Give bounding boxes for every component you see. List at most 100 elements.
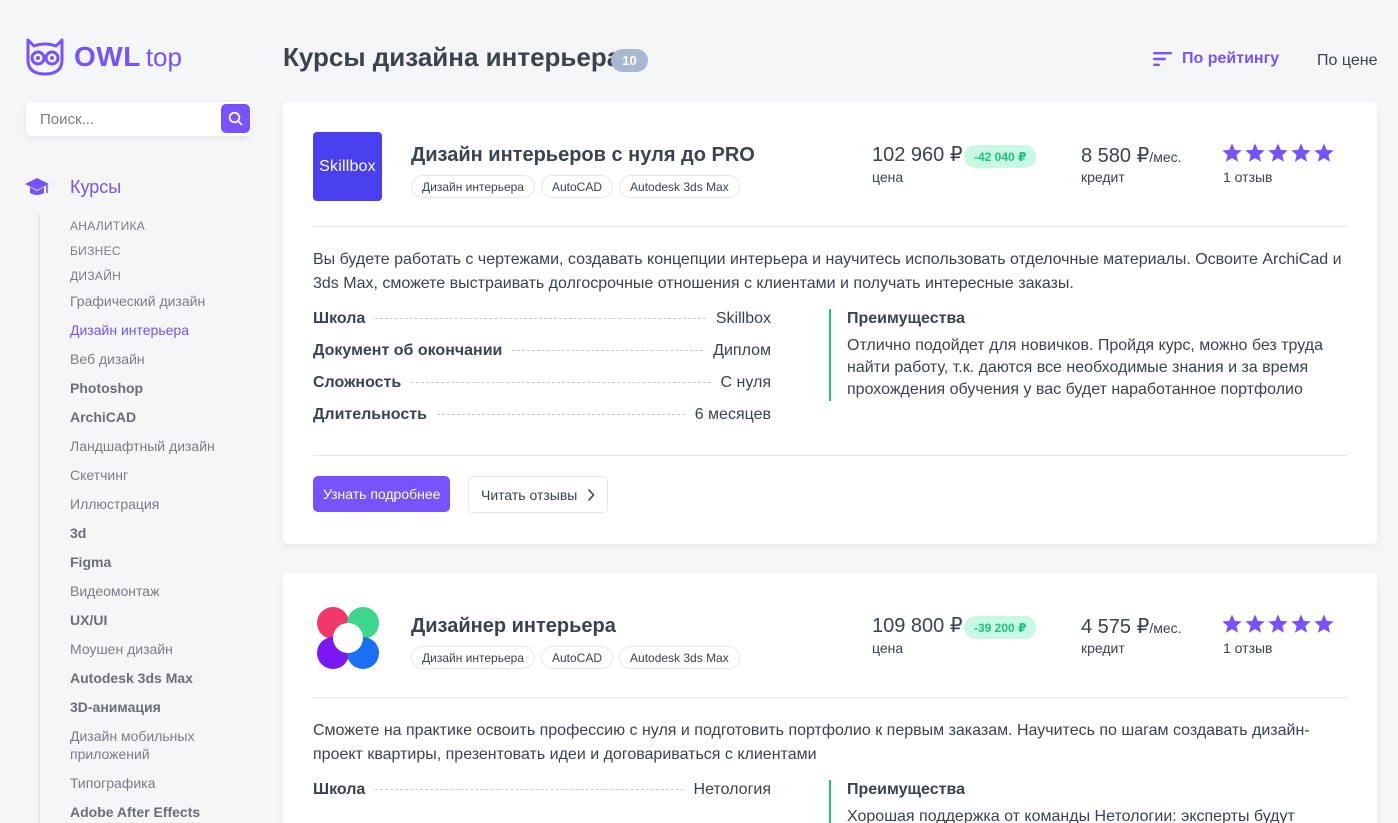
sidebar-menu-item[interactable]: ДИЗАЙН	[70, 265, 260, 290]
feature-row: Документ об окончании Диплом	[313, 342, 771, 374]
star-icon[interactable]	[1313, 142, 1335, 164]
sidebar-menu-item[interactable]: Figma	[70, 551, 260, 580]
advantages-block: Преимущества Отлично подойдет для новичк…	[829, 309, 1329, 401]
sidebar-menu-item[interactable]: Типографика	[70, 772, 260, 801]
sidebar-menu-item[interactable]: БИЗНЕС	[70, 240, 260, 265]
advantages-title: Преимущества	[847, 310, 965, 327]
price-label: цена	[872, 169, 904, 185]
star-icon[interactable]	[1290, 142, 1312, 164]
star-icon[interactable]	[1221, 142, 1243, 164]
feature-row: Школа Skillbox	[313, 310, 771, 342]
chevron-right-icon	[588, 488, 595, 501]
sidebar-menu-item[interactable]: ArchiCAD	[70, 406, 260, 435]
graduation-cap-icon	[25, 178, 49, 195]
sort-by-rating[interactable]: По рейтингу	[1153, 50, 1279, 68]
star-icon[interactable]	[1267, 613, 1289, 635]
dotted-leader	[411, 382, 711, 383]
credit-value: 4 575 ₽	[1081, 616, 1150, 638]
course-description: Вы будете работать с чертежами, создават…	[313, 251, 1342, 292]
school-logo[interactable]	[313, 603, 382, 672]
reviews-count: 1 отзыв	[1223, 169, 1273, 185]
sidebar-menu-item[interactable]: Веб дизайн	[70, 348, 260, 377]
sidebar-menu-item[interactable]: Ландшафтный дизайн	[70, 435, 260, 464]
sidebar-menu-item[interactable]: 3D-анимация	[70, 696, 260, 725]
credit-price: 8 580 ₽/мес.	[1081, 143, 1182, 168]
read-reviews-button[interactable]: Читать отзывы	[468, 476, 609, 513]
logo-text-top: top	[145, 41, 182, 72]
star-icon[interactable]	[1244, 613, 1266, 635]
netology-logo-icon	[317, 607, 379, 669]
credit-period: /мес.	[1149, 149, 1182, 165]
search-input[interactable]	[26, 102, 206, 136]
sidebar-menu-item[interactable]: Photoshop	[70, 377, 260, 406]
discount-badge: -42 040 ₽	[964, 145, 1037, 168]
sidebar-menu-item[interactable]: Adobe After Effects	[70, 801, 260, 823]
feature-name: Школа	[313, 781, 366, 798]
read-reviews-label: Читать отзывы	[481, 486, 578, 503]
feature-name: Школа	[313, 310, 366, 327]
logo[interactable]: OWL top	[24, 38, 182, 76]
sidebar-menu-item[interactable]: Моушен дизайн	[70, 638, 260, 667]
search-icon	[228, 111, 243, 126]
sidebar-menu-item[interactable]: 3d	[70, 522, 260, 551]
feature-value: Нетология	[693, 781, 771, 798]
reviews-count: 1 отзыв	[1223, 640, 1273, 656]
sidebar-menu-item[interactable]: АНАЛИТИКА	[70, 215, 260, 240]
learn-more-button[interactable]: Узнать подробнее	[313, 476, 451, 512]
tag[interactable]: AutoCAD	[540, 646, 614, 669]
course-card: Skillbox Дизайн интерьеров с нуля до PRO…	[283, 102, 1377, 544]
tag[interactable]: AutoCAD	[540, 175, 614, 198]
feature-value: Диплом	[713, 342, 771, 359]
divider	[313, 455, 1347, 456]
menu-divider-line	[38, 215, 40, 823]
owl-icon	[26, 38, 64, 76]
sidebar-menu-item[interactable]: Иллюстрация	[70, 493, 260, 522]
menu-courses[interactable]: Курсы	[24, 176, 121, 198]
sidebar-menu-item[interactable]: Видеомонтаж	[70, 580, 260, 609]
sidebar-menu-item[interactable]: Autodesk 3ds Max	[70, 667, 260, 696]
divider	[313, 226, 1347, 227]
star-icon[interactable]	[1290, 613, 1312, 635]
course-features: Школа Нетология	[313, 781, 771, 813]
course-title[interactable]: Дизайн интерьеров с нуля до PRO	[411, 144, 755, 167]
star-icon[interactable]	[1221, 613, 1243, 635]
sort-icon	[1153, 52, 1172, 66]
tag[interactable]: Autodesk 3ds Max	[619, 175, 740, 198]
rating-stars[interactable]	[1221, 613, 1336, 635]
sort-by-price[interactable]: По цене	[1317, 52, 1377, 70]
tag[interactable]: Дизайн интерьера	[411, 646, 535, 669]
tag[interactable]: Autodesk 3ds Max	[619, 646, 740, 669]
credit-value: 8 580 ₽	[1081, 145, 1150, 167]
course-tags: Дизайн интерьера AutoCAD Autodesk 3ds Ma…	[411, 646, 746, 669]
count-badge: 10	[611, 49, 648, 72]
sidebar-menu-item[interactable]: Дизайн интерьера	[70, 319, 260, 348]
sidebar-menu-item[interactable]: Скетчинг	[70, 464, 260, 493]
school-logo[interactable]: Skillbox	[313, 132, 382, 201]
advantages-block: Преимущества Хорошая поддержка от команд…	[829, 780, 1329, 823]
advantages-text: Хорошая поддержка от команды Нетологии: …	[847, 808, 1295, 823]
tag[interactable]: Дизайн интерьера	[411, 175, 535, 198]
feature-name: Длительность	[313, 406, 427, 423]
dotted-leader	[375, 789, 684, 790]
sidebar-menu-item[interactable]: Графический дизайн	[70, 290, 260, 319]
logo-text-owl: OWL	[74, 41, 141, 72]
credit-label: кредит	[1081, 640, 1125, 656]
sidebar-menu-item[interactable]: UX/UI	[70, 609, 260, 638]
sort-by-rating-label: По рейтингу	[1182, 50, 1280, 67]
feature-name: Документ об окончании	[313, 342, 503, 359]
course-tags: Дизайн интерьера AutoCAD Autodesk 3ds Ma…	[411, 175, 746, 198]
sidebar-menu-item[interactable]: Дизайн мобильных приложений	[70, 725, 260, 772]
credit-label: кредит	[1081, 169, 1125, 185]
search-button[interactable]	[221, 104, 250, 133]
feature-row: Школа Нетология	[313, 781, 771, 813]
star-icon[interactable]	[1244, 142, 1266, 164]
feature-value: Skillbox	[715, 310, 771, 327]
course-price: 109 800 ₽	[872, 615, 963, 637]
rating-stars[interactable]	[1221, 142, 1336, 164]
star-icon[interactable]	[1267, 142, 1289, 164]
star-icon[interactable]	[1313, 613, 1335, 635]
course-features: Школа Skillbox Документ об окончании Дипло…	[313, 310, 771, 438]
course-card: Дизайнер интерьера Дизайн интерьера Auto…	[283, 573, 1377, 823]
advantages-title: Преимущества	[847, 781, 965, 798]
course-title[interactable]: Дизайнер интерьера	[411, 615, 616, 638]
